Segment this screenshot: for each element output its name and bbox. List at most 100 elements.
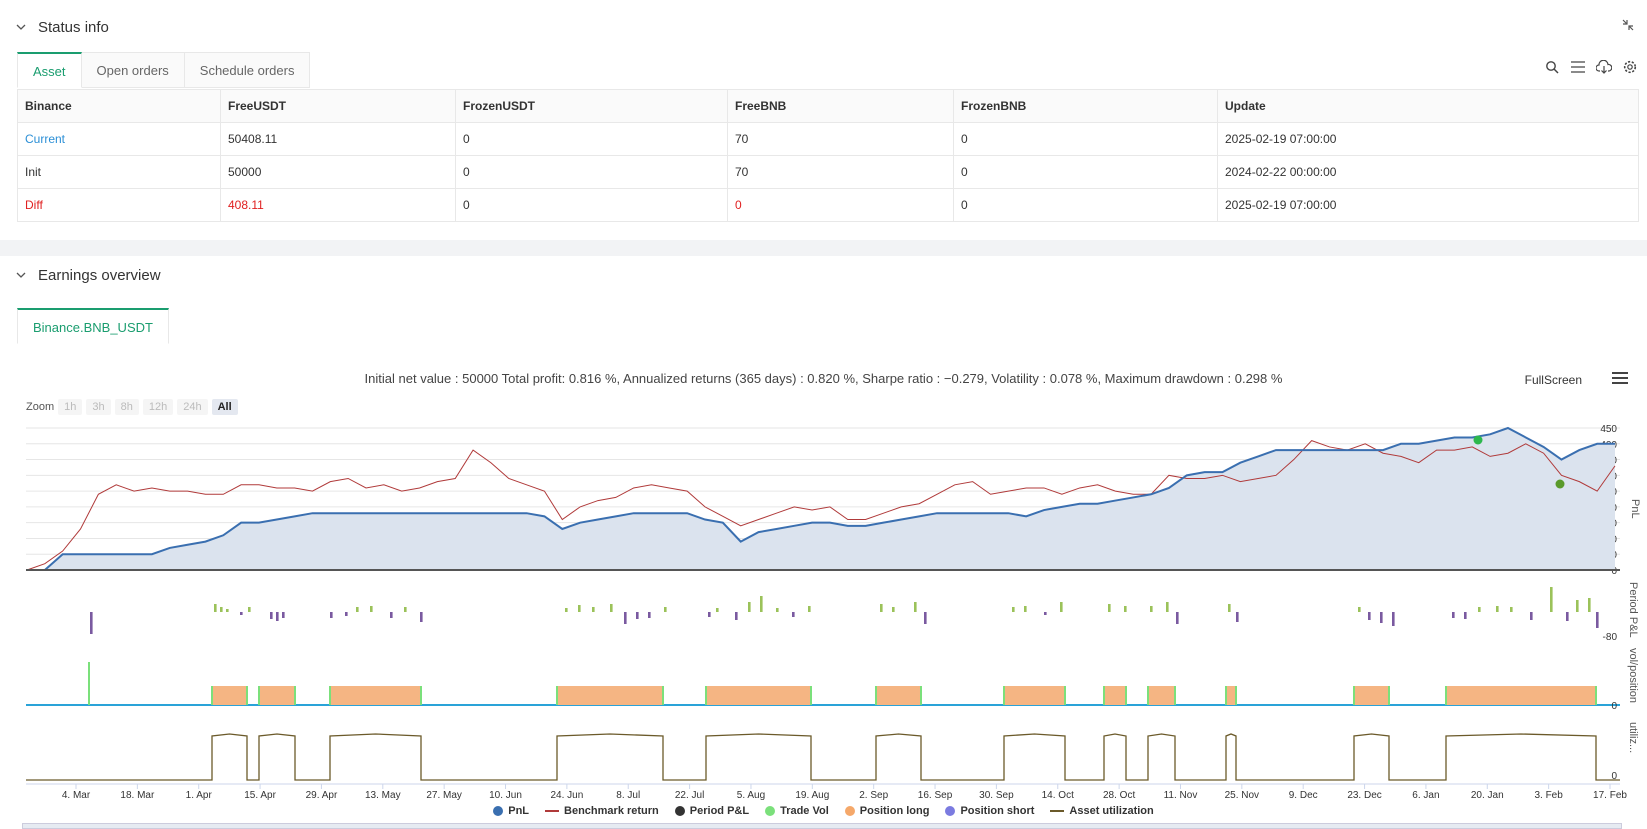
earnings-header[interactable]: Earnings overview bbox=[16, 264, 161, 286]
period-bar bbox=[1236, 612, 1239, 622]
x-tick-label: 20. Jan bbox=[1471, 790, 1504, 800]
x-tick-label: 1. Apr bbox=[186, 790, 213, 800]
zoom-all-button[interactable]: All bbox=[211, 399, 238, 415]
period-bar bbox=[1596, 612, 1599, 628]
row-label-init: Init bbox=[17, 155, 221, 189]
legend-item-asset-utilization[interactable]: Asset utilization bbox=[1050, 805, 1154, 817]
cloud-download-icon[interactable] bbox=[1595, 58, 1613, 76]
x-tick-label: 5. Aug bbox=[737, 790, 765, 800]
period-bar bbox=[880, 604, 883, 612]
search-icon[interactable] bbox=[1543, 58, 1561, 76]
period-bar bbox=[648, 612, 651, 618]
tab-schedule-orders[interactable]: Schedule orders bbox=[184, 52, 311, 88]
period-bar bbox=[1024, 606, 1027, 612]
status-header[interactable]: Status info bbox=[16, 16, 109, 38]
period-bar bbox=[708, 612, 711, 617]
period-bar bbox=[420, 612, 423, 622]
legend-item-position-short[interactable]: Position short bbox=[945, 805, 1034, 817]
col-header: FreeUSDT bbox=[220, 89, 456, 123]
x-tick-label: 30. Sep bbox=[979, 790, 1014, 800]
zoom-label: Zoom bbox=[26, 401, 55, 413]
period-bar bbox=[1392, 612, 1395, 626]
period-bar bbox=[578, 605, 581, 612]
period-bar bbox=[90, 612, 93, 634]
table-cell: 50408.11 bbox=[220, 122, 456, 156]
zoom-1h-button[interactable]: 1h bbox=[58, 399, 83, 415]
x-tick-label: 22. Jul bbox=[675, 790, 704, 800]
period-bar bbox=[1358, 607, 1361, 612]
period-bar bbox=[1124, 606, 1127, 612]
gear-icon[interactable] bbox=[1621, 58, 1639, 76]
position-long-block bbox=[212, 686, 247, 705]
position-long-block bbox=[1104, 686, 1126, 705]
x-tick-label: 14. Oct bbox=[1042, 790, 1074, 800]
util-axis-label: utiliz... bbox=[1627, 722, 1639, 753]
list-icon[interactable] bbox=[1569, 58, 1587, 76]
period-bar bbox=[760, 596, 763, 612]
period-bar bbox=[592, 607, 595, 612]
legend-item-position-long[interactable]: Position long bbox=[844, 805, 929, 817]
period-bar bbox=[808, 606, 811, 612]
period-bar bbox=[214, 604, 217, 612]
legend-item-benchmark[interactable]: Benchmark return bbox=[545, 805, 659, 817]
zoom-8h-button[interactable]: 8h bbox=[114, 399, 139, 415]
x-tick-label: 16. Sep bbox=[918, 790, 953, 800]
x-tick-label: 29. Apr bbox=[306, 790, 338, 800]
zoom-12h-button[interactable]: 12h bbox=[142, 399, 174, 415]
period-bar bbox=[1166, 602, 1169, 612]
period-bar bbox=[226, 609, 229, 612]
legend-label: Trade Vol bbox=[780, 805, 829, 817]
status-tabs: Asset Open orders Schedule orders bbox=[17, 52, 311, 88]
period-bar bbox=[892, 607, 895, 612]
tab-open-orders[interactable]: Open orders bbox=[81, 52, 185, 88]
table-row: Current 50408.11 0 70 0 2025-02-19 07:00… bbox=[17, 122, 1639, 156]
col-header: FrozenUSDT bbox=[455, 89, 728, 123]
table-row: Diff 408.11 0 0 0 2025-02-19 07:00:00 bbox=[17, 188, 1639, 222]
legend-label: Asset utilization bbox=[1069, 805, 1154, 817]
tab-bnb-usdt[interactable]: Binance.BNB_USDT bbox=[17, 308, 169, 344]
col-header: Update bbox=[1217, 89, 1639, 123]
period-bar bbox=[610, 604, 613, 612]
period-bar bbox=[404, 607, 407, 612]
period-bar bbox=[1478, 607, 1481, 612]
chevron-down-icon[interactable] bbox=[16, 270, 26, 280]
period-bar bbox=[1108, 604, 1111, 612]
chart-legend: PnL Benchmark return Period P&L Trade Vo… bbox=[0, 805, 1647, 817]
table-cell: 70 bbox=[727, 155, 954, 189]
pnl-axis-label: PnL bbox=[1629, 499, 1641, 519]
row-label-current[interactable]: Current bbox=[17, 122, 221, 156]
collapse-icon[interactable] bbox=[1621, 18, 1635, 32]
position-long-block bbox=[259, 686, 295, 705]
hamburger-menu-icon[interactable] bbox=[1611, 371, 1629, 385]
chart-navigator-scrollbar[interactable] bbox=[22, 823, 1622, 829]
period-bar bbox=[636, 612, 639, 619]
period-bar bbox=[345, 612, 348, 616]
period-bar bbox=[330, 612, 333, 618]
y-tick-label: 0 bbox=[1611, 771, 1617, 782]
period-bar bbox=[270, 612, 273, 619]
legend-item-trade-vol[interactable]: Trade Vol bbox=[765, 805, 829, 817]
legend-item-pnl[interactable]: PnL bbox=[493, 805, 529, 817]
period-bar bbox=[748, 602, 751, 612]
zoom-controls: Zoom 1h 3h 8h 12h 24h All bbox=[26, 399, 238, 415]
legend-label: Benchmark return bbox=[564, 805, 659, 817]
fullscreen-button[interactable]: FullScreen bbox=[1525, 373, 1582, 387]
chevron-down-icon[interactable] bbox=[16, 22, 26, 32]
period-bar bbox=[1496, 606, 1499, 612]
table-cell: 0 bbox=[455, 188, 728, 222]
period-bar bbox=[1510, 607, 1513, 612]
period-bar bbox=[776, 608, 779, 612]
position-long-block bbox=[330, 686, 421, 705]
table-cell: 0 bbox=[455, 122, 728, 156]
period-bar bbox=[220, 607, 223, 612]
tab-asset[interactable]: Asset bbox=[17, 52, 82, 88]
x-tick-label: 11. Nov bbox=[1164, 790, 1198, 800]
x-tick-label: 18. Mar bbox=[120, 790, 155, 800]
zoom-3h-button[interactable]: 3h bbox=[86, 399, 111, 415]
earnings-chart[interactable]: 050100150200250300350400450PnL-80Period … bbox=[0, 420, 1647, 800]
legend-item-period-pnl[interactable]: Period P&L bbox=[674, 805, 749, 817]
period-bar bbox=[1576, 600, 1579, 612]
zoom-24h-button[interactable]: 24h bbox=[177, 399, 208, 415]
status-panel: Status info Asset Open orders Schedule o… bbox=[0, 0, 1647, 240]
position-long-block bbox=[1446, 686, 1596, 705]
